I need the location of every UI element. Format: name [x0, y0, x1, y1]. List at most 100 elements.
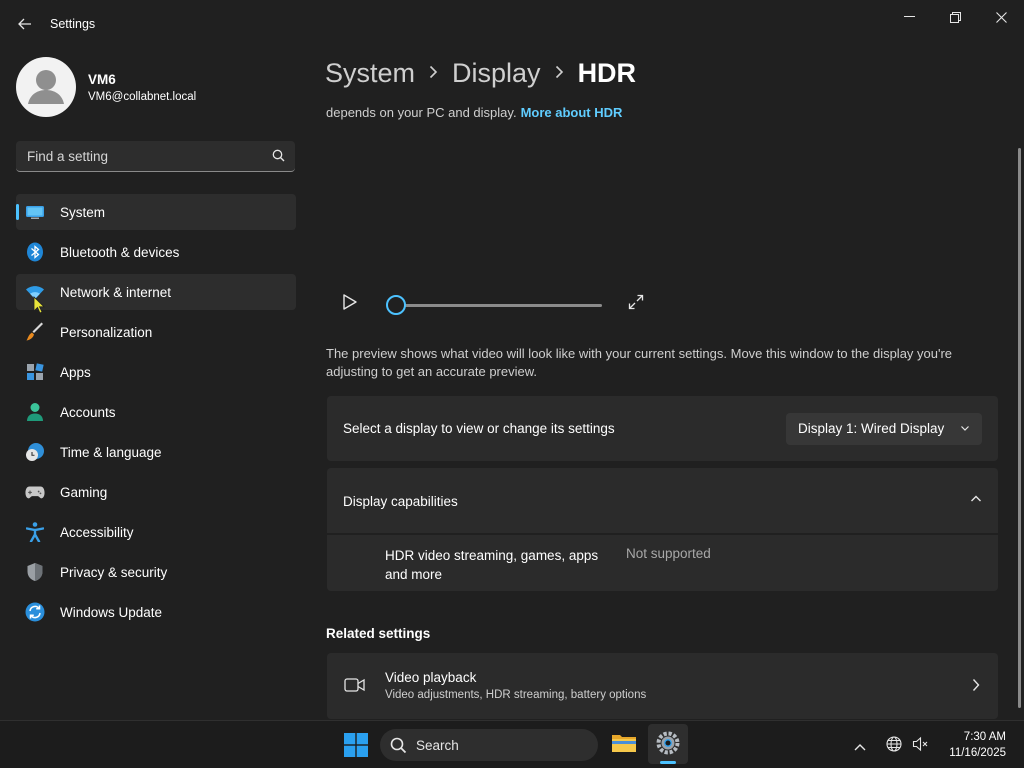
capability-name: HDR video streaming, games, apps and mor…	[385, 548, 599, 582]
search-icon	[390, 737, 407, 754]
close-icon	[995, 11, 1007, 23]
sidebar-item-label: Time & language	[60, 445, 162, 460]
sidebar-item-label: Privacy & security	[60, 565, 168, 580]
sidebar-item-network[interactable]: Network & internet	[16, 274, 296, 310]
sidebar-item-accounts[interactable]: Accounts	[16, 394, 296, 430]
accounts-icon	[25, 402, 45, 422]
sidebar-item-label: Personalization	[60, 325, 153, 340]
sidebar-item-privacy-security[interactable]: Privacy & security	[16, 554, 296, 590]
taskbar-search[interactable]: Search	[380, 729, 598, 761]
sidebar-item-apps[interactable]: Apps	[16, 354, 296, 390]
app-title: Settings	[50, 17, 96, 31]
capability-status: Not supported	[626, 546, 711, 561]
sidebar-item-label: Accessibility	[60, 525, 134, 540]
apps-icon	[25, 362, 45, 382]
sidebar-item-accessibility[interactable]: Accessibility	[16, 514, 296, 550]
sidebar-nav: System Bluetooth & devices Network & int…	[16, 194, 296, 634]
avatar[interactable]	[16, 57, 76, 117]
sidebar-item-system[interactable]: System	[16, 194, 296, 230]
display-dropdown[interactable]: Display 1: Wired Display	[786, 413, 982, 445]
minimize-icon	[903, 16, 915, 17]
video-playback-title: Video playback	[385, 670, 477, 685]
breadcrumb-system[interactable]: System	[325, 58, 415, 89]
update-icon	[25, 602, 45, 622]
taskbar-clock[interactable]: 7:30 AM 11/16/2025	[949, 729, 1006, 761]
gear-icon	[656, 731, 680, 755]
sidebar-item-label: Windows Update	[60, 605, 163, 620]
display-select-card: Select a display to view or change its s…	[327, 396, 998, 461]
hdr-description-text: depends on your PC and display.	[326, 105, 517, 120]
seek-track[interactable]	[396, 304, 602, 307]
sidebar-item-label: System	[60, 205, 106, 220]
globe-clock-icon	[25, 442, 45, 462]
sidebar-item-gaming[interactable]: Gaming	[16, 474, 296, 510]
gamepad-icon	[25, 482, 45, 502]
display-capabilities-header[interactable]: Display capabilities	[327, 468, 998, 533]
preview-player	[326, 280, 998, 330]
restore-button[interactable]	[932, 6, 978, 28]
scrollbar[interactable]	[1018, 148, 1021, 708]
search-placeholder: Find a setting	[27, 149, 109, 164]
sidebar-item-personalization[interactable]: Personalization	[16, 314, 296, 350]
display-capabilities-body: HDR video streaming, games, apps and mor…	[327, 535, 998, 591]
page-title: HDR	[577, 58, 637, 88]
sidebar-item-label: Gaming	[60, 485, 108, 500]
volume-tray-button[interactable]	[912, 736, 928, 757]
network-tray-button[interactable]	[886, 736, 902, 757]
brush-icon	[25, 322, 45, 342]
profile-email: VM6@collabnet.local	[88, 91, 197, 103]
accessibility-icon	[25, 522, 45, 542]
user-icon	[28, 70, 64, 104]
more-about-hdr-link[interactable]: More about HDR	[521, 105, 623, 120]
arrow-left-icon	[18, 18, 31, 30]
seek-slider-thumb[interactable]	[386, 295, 406, 315]
expand-icon	[628, 294, 644, 310]
clock-date: 11/16/2025	[949, 747, 1006, 759]
running-indicator	[660, 761, 676, 764]
display-dropdown-value: Display 1: Wired Display	[798, 421, 945, 436]
chevron-right-icon	[972, 679, 980, 691]
taskbar: Search 7:30 AM 11/16/2025	[0, 720, 1024, 768]
play-button[interactable]	[342, 293, 358, 316]
folder-icon	[612, 735, 636, 752]
search-input[interactable]: Find a setting	[16, 141, 295, 172]
bluetooth-icon	[25, 242, 45, 262]
sidebar-item-time-language[interactable]: Time & language	[16, 434, 296, 470]
sidebar-item-label: Bluetooth & devices	[60, 245, 180, 260]
chevron-right-icon	[429, 63, 438, 84]
close-button[interactable]	[978, 6, 1024, 28]
shield-icon	[25, 562, 45, 582]
system-icon	[25, 202, 45, 222]
chevron-up-icon	[971, 495, 981, 502]
speaker-muted-icon	[912, 736, 928, 752]
preview-note: The preview shows what video will look l…	[326, 346, 953, 379]
sidebar-item-label: Accounts	[60, 405, 116, 420]
mouse-cursor-icon	[33, 296, 45, 314]
play-icon	[343, 294, 357, 310]
file-explorer-button[interactable]	[611, 732, 637, 759]
video-playback-link[interactable]: Video playback Video adjustments, HDR st…	[327, 653, 998, 719]
fullscreen-button[interactable]	[628, 294, 644, 315]
chevron-right-icon	[555, 63, 564, 84]
restore-icon	[949, 11, 961, 23]
sidebar-item-bluetooth[interactable]: Bluetooth & devices	[16, 234, 296, 270]
related-settings-heading: Related settings	[326, 626, 431, 641]
taskbar-search-label: Search	[416, 738, 459, 753]
sidebar-item-label: Network & internet	[60, 285, 172, 300]
profile-name: VM6	[88, 72, 116, 87]
chevron-up-icon	[854, 744, 866, 751]
clock-time: 7:30 AM	[963, 731, 1006, 743]
hdr-description: depends on your PC and display. More abou…	[326, 105, 622, 120]
minimize-button[interactable]	[886, 6, 932, 28]
start-button[interactable]	[344, 733, 368, 762]
active-indicator	[16, 204, 19, 220]
chevron-down-icon	[961, 426, 969, 431]
title-bar: Settings	[0, 0, 1024, 48]
tray-overflow-button[interactable]	[854, 738, 866, 756]
breadcrumb-display[interactable]: Display	[452, 58, 541, 89]
settings-taskbar-button[interactable]	[648, 724, 688, 764]
back-button[interactable]	[14, 14, 36, 34]
sidebar-item-windows-update[interactable]: Windows Update	[16, 594, 296, 630]
globe-icon	[886, 736, 902, 752]
display-capabilities-title: Display capabilities	[343, 494, 458, 509]
